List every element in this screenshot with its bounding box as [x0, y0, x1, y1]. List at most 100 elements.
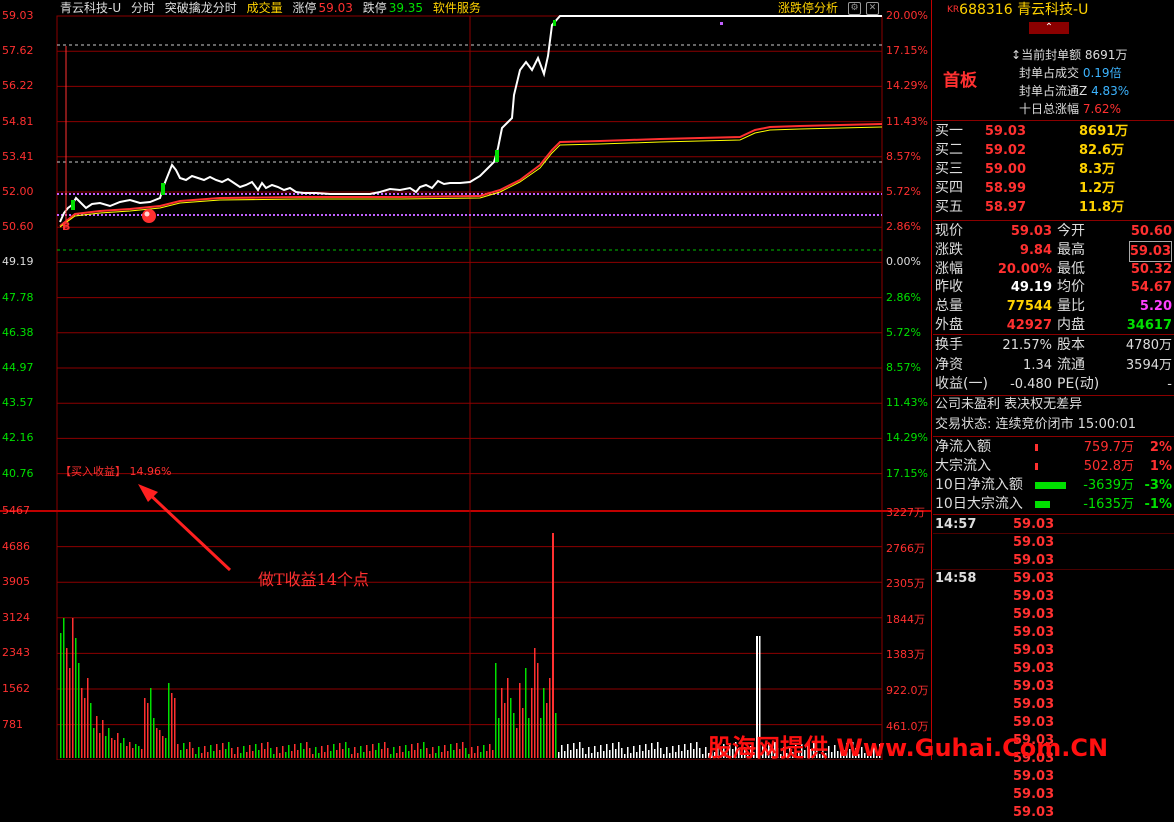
volume-bar: [171, 693, 173, 758]
flow-pct: 2%: [1149, 440, 1172, 455]
volume-tick-right: 3227万: [886, 506, 925, 519]
volume-bar: [375, 750, 377, 758]
bid-row[interactable]: 买三 59.00 8.3万: [933, 160, 1174, 179]
flow-pct: 1%: [1149, 459, 1172, 474]
stat-label: 换手: [935, 337, 963, 353]
volume-bar: [210, 745, 212, 758]
tick-price: 59.03: [1013, 661, 1055, 676]
volume-bar: [60, 633, 62, 758]
volume-bar: [321, 746, 323, 758]
tick-row: 14:58 59.03: [933, 570, 1174, 588]
volume-bar: [462, 742, 464, 758]
stat-row: 外盘 42927 内盘 34617: [933, 316, 1174, 335]
volume-bar: [219, 750, 221, 758]
bid-volume: 1.2万: [1079, 181, 1116, 196]
board-tag: 首板: [943, 71, 977, 91]
volume-bar: [651, 743, 653, 758]
close-icon[interactable]: ✕: [866, 2, 879, 15]
bid-row[interactable]: 买四 58.99 1.2万: [933, 179, 1174, 198]
volume-bar: [300, 743, 302, 758]
volume-bar: [96, 716, 98, 758]
volume-bar: [246, 752, 248, 758]
volume-bar: [354, 747, 356, 758]
stat-label: 外盘: [935, 317, 963, 333]
intraday-chart-canvas[interactable]: [0, 0, 932, 760]
volume-label[interactable]: 成交量: [247, 1, 283, 15]
volume-bar: [693, 749, 695, 758]
volume-bar: [600, 745, 602, 758]
volume-bar: [228, 742, 230, 758]
volume-bar: [483, 745, 485, 758]
view-mode-tab[interactable]: 分时: [131, 1, 155, 15]
volume-tick-right: 2305万: [886, 577, 925, 591]
stat-row: 总量 77544 量比 5.20: [933, 297, 1174, 316]
price-tick-left: 59.03: [2, 9, 34, 22]
volume-bar: [156, 728, 158, 758]
volume-bar: [588, 747, 590, 758]
volume-bar: [108, 728, 110, 758]
company-note: 公司未盈利 表决权无差异: [935, 397, 1083, 412]
pct-tick-right: 11.43%: [886, 396, 928, 410]
volume-bar: [657, 742, 659, 758]
volume-bar: [690, 743, 692, 758]
seal-info: ↕当前封单额 8691万 封单占成交 0.19倍 封单占流通Z 4.83% 十日…: [1011, 48, 1130, 116]
volume-bar: [603, 751, 605, 758]
volume-bar: [282, 746, 284, 758]
volume-bar: [555, 713, 557, 758]
volume-bar: [192, 748, 194, 758]
volume-bar: [183, 743, 185, 758]
bid-price: 59.00: [984, 162, 1026, 177]
flow-label: 大宗流入: [935, 458, 991, 474]
stat-value: 50.32: [1130, 261, 1172, 277]
limit-analysis-button[interactable]: 涨跌停分析: [778, 0, 838, 16]
tick-row: 59.03: [933, 552, 1174, 570]
seal-amount-value: 8691万: [1084, 48, 1128, 62]
bid-label: 买三: [935, 161, 963, 177]
volume-bar: [414, 750, 416, 758]
stat-label: 量比: [1057, 298, 1085, 315]
volume-bar: [207, 752, 209, 758]
indicator-label[interactable]: 突破擒龙分时: [165, 1, 237, 15]
volume-bar: [147, 703, 149, 758]
stat-value: 49.19: [1010, 280, 1052, 296]
ten-day-value: 7.62%: [1082, 102, 1121, 116]
software-service-label[interactable]: 软件服务: [433, 1, 481, 15]
volume-bar: [198, 747, 200, 758]
pct-tick-right: 5.72%: [886, 185, 921, 198]
volume-bar: [318, 753, 320, 758]
seal-turnover-value: 0.19倍: [1082, 66, 1122, 80]
bid-row[interactable]: 买二 59.02 82.6万: [933, 141, 1174, 160]
settings-icon[interactable]: ⚙: [848, 2, 861, 15]
volume-bar: [522, 708, 524, 758]
price-tick-left: 57.62: [2, 44, 34, 58]
quote-panel: KR688316 青云科技-U ⌃ 首板 ↕当前封单额 8691万 封单占成交 …: [933, 0, 1174, 820]
bid-row[interactable]: 买五 58.97 11.8万: [933, 198, 1174, 217]
volume-bar: [639, 745, 641, 758]
buy-signal-ball[interactable]: [142, 209, 156, 223]
volume-bar: [279, 753, 281, 758]
tick-row: 59.03: [933, 660, 1174, 678]
volume-bar: [459, 749, 461, 758]
tick-time: 14:58: [935, 571, 977, 586]
bid-label: 买四: [935, 180, 963, 196]
bid-price: 59.03: [984, 124, 1026, 139]
collapse-button[interactable]: ⌃: [1029, 22, 1069, 34]
volume-bar: [465, 748, 467, 758]
buy-profit-label: 【买入收益】: [60, 465, 126, 478]
stat-value: 59.03: [1010, 224, 1052, 239]
price-line: [59, 15, 882, 223]
volume-bar: [138, 746, 140, 758]
ten-day-label: 十日总涨幅: [1019, 102, 1080, 116]
volume-bar: [135, 744, 137, 758]
annotation-arrow: [143, 488, 232, 572]
volume-bar: [597, 752, 599, 758]
stat-label: 昨收: [935, 279, 963, 296]
stat-label: 均价: [1057, 279, 1085, 296]
volume-bar: [225, 749, 227, 758]
bid-row[interactable]: 买一 59.03 8691万: [933, 122, 1174, 141]
tick-price: 59.03: [1013, 571, 1055, 586]
buy-profit-value: 14.96%: [129, 465, 172, 478]
flow-bar: [1035, 501, 1051, 508]
tick-price: 59.03: [1013, 553, 1055, 568]
intraday-chart-pane[interactable]: 青云科技-U 分时 突破擒龙分时 成交量 涨停 59.03 跌停 39.35 软件服…: [0, 0, 1108, 762]
